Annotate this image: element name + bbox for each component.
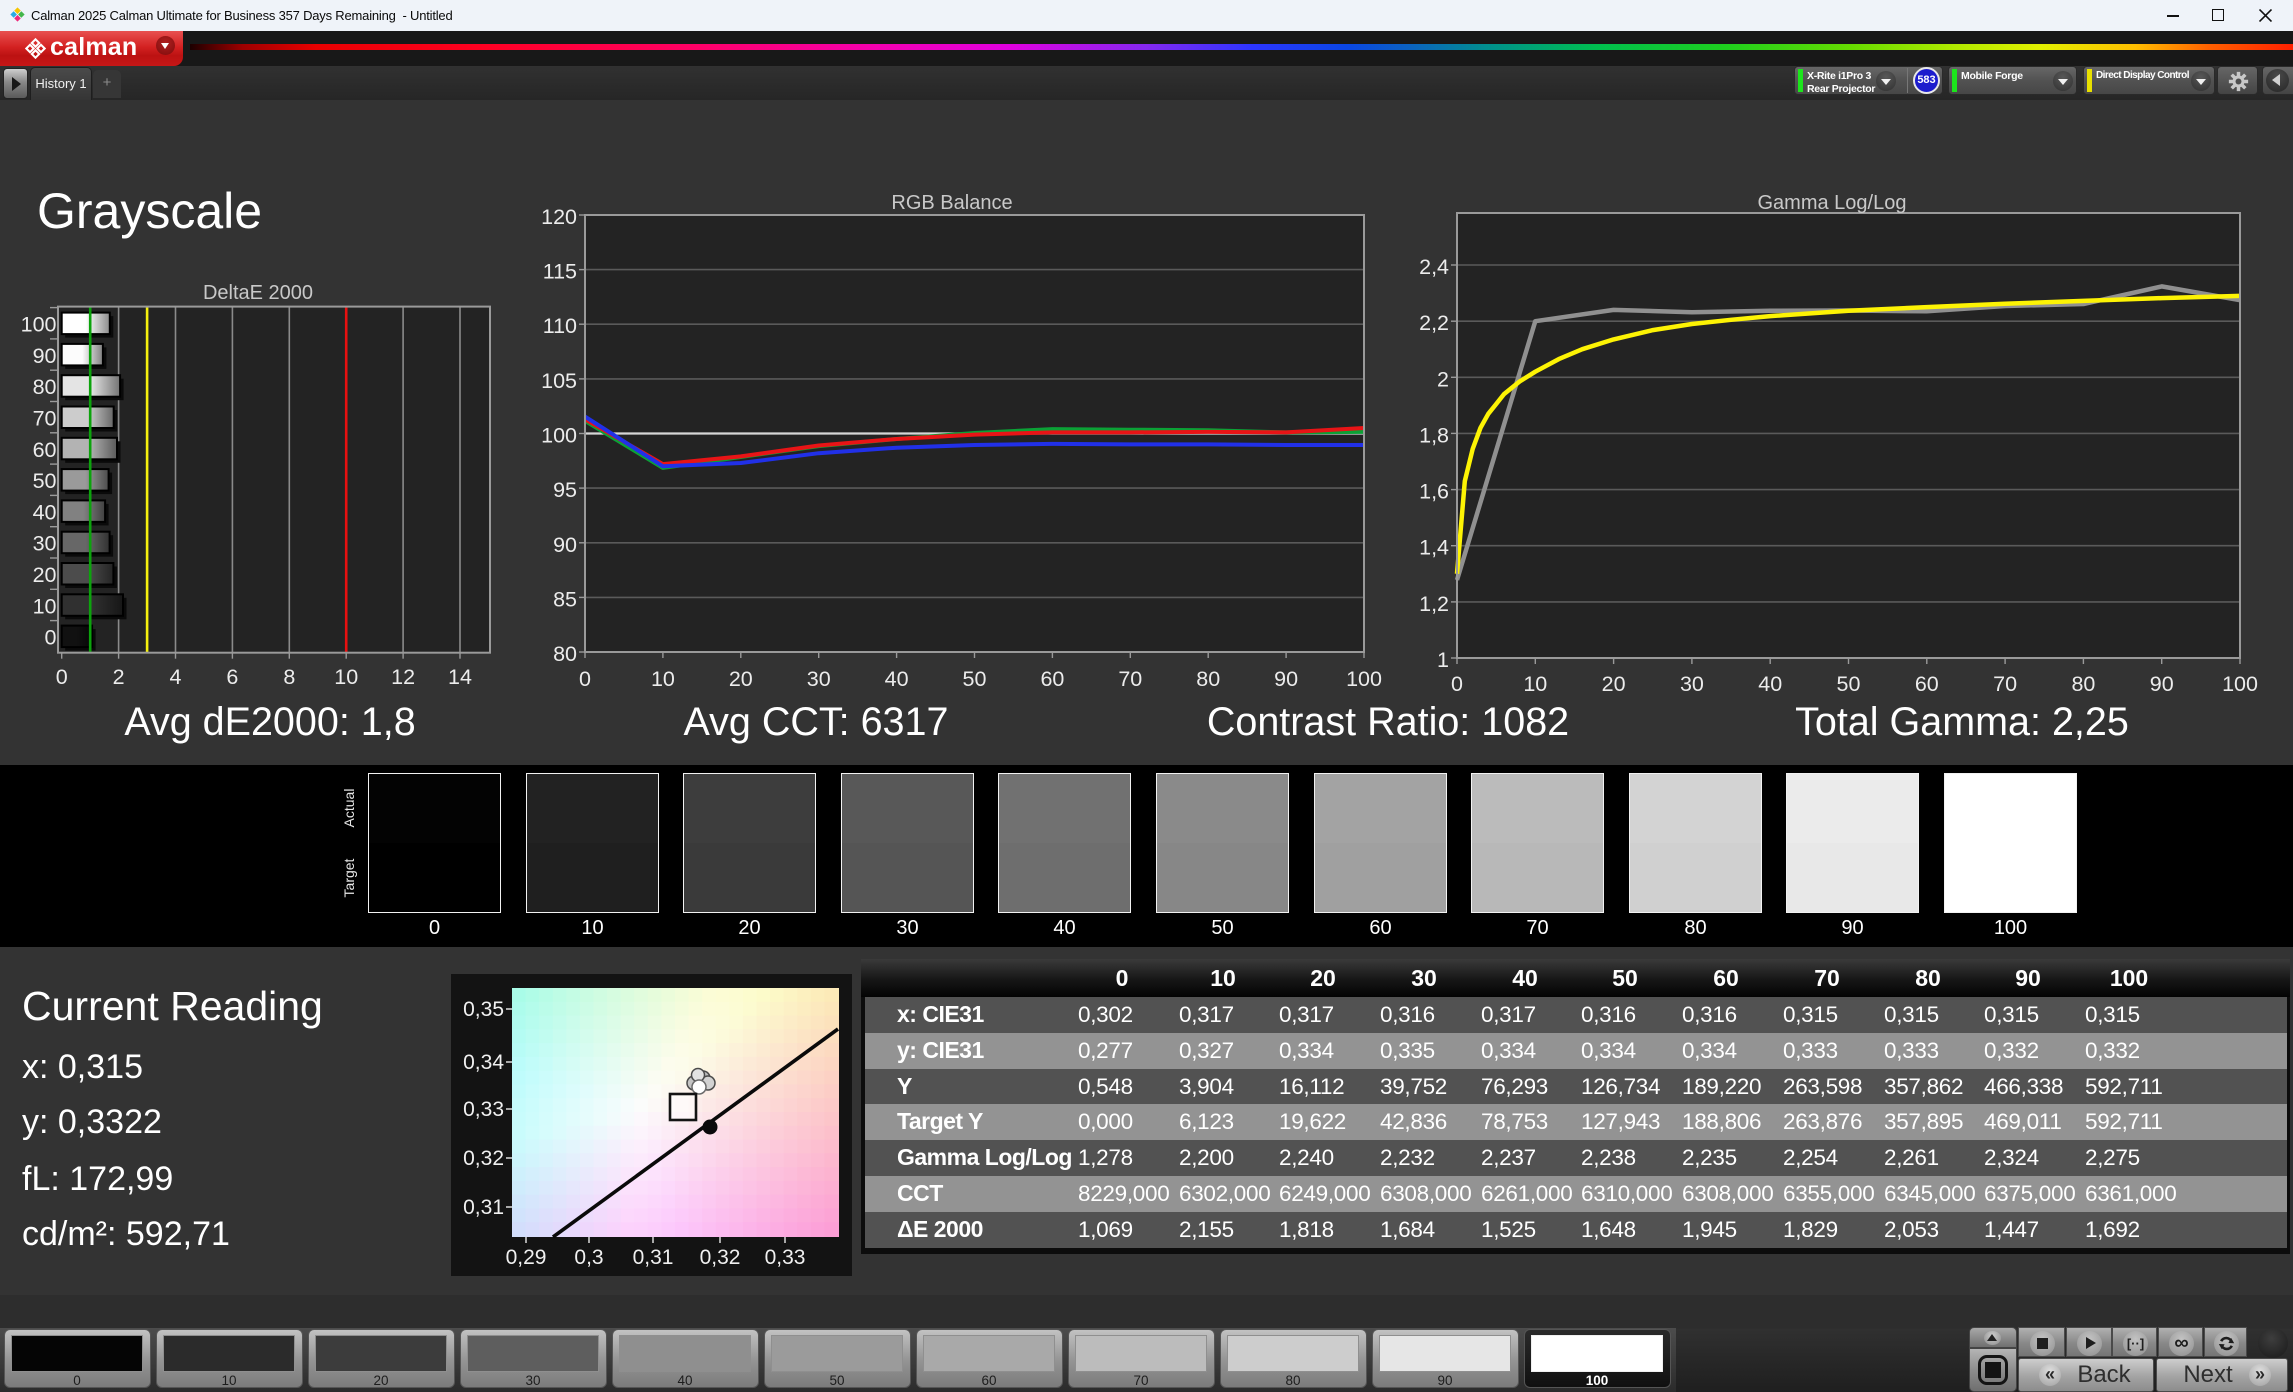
- svg-text:50: 50: [1837, 672, 1861, 696]
- svg-text:100: 100: [2222, 672, 2258, 696]
- svg-text:115: 115: [543, 260, 577, 284]
- svg-text:2,2: 2,2: [1419, 311, 1449, 335]
- svg-text:80: 80: [2071, 672, 2095, 696]
- svg-text:60: 60: [1040, 667, 1064, 691]
- svg-text:12: 12: [391, 665, 415, 689]
- svg-text:10: 10: [334, 665, 358, 689]
- svg-text:DeltaE 2000: DeltaE 2000: [203, 282, 313, 304]
- svg-text:0,29: 0,29: [506, 1246, 547, 1269]
- svg-text:50: 50: [33, 469, 57, 493]
- svg-text:1: 1: [1437, 648, 1449, 672]
- svg-text:60: 60: [33, 438, 57, 462]
- svg-text:90: 90: [33, 344, 57, 368]
- svg-text:0: 0: [45, 626, 57, 650]
- svg-text:0,33: 0,33: [765, 1246, 806, 1269]
- svg-text:Gamma Log/Log: Gamma Log/Log: [1758, 192, 1907, 214]
- svg-text:0,35: 0,35: [463, 998, 504, 1021]
- svg-text:1,8: 1,8: [1419, 423, 1449, 447]
- svg-text:30: 30: [1680, 672, 1704, 696]
- svg-text:Total Gamma: 2,25: Total Gamma: 2,25: [1795, 700, 2129, 744]
- svg-text:90: 90: [2150, 672, 2174, 696]
- svg-text:90: 90: [1274, 667, 1298, 691]
- svg-text:0,33: 0,33: [463, 1098, 504, 1121]
- svg-text:20: 20: [1602, 672, 1626, 696]
- svg-text:1,2: 1,2: [1419, 592, 1449, 616]
- svg-text:Contrast Ratio: 1082: Contrast Ratio: 1082: [1207, 700, 1569, 744]
- svg-text:0: 0: [579, 667, 591, 691]
- svg-text:80: 80: [553, 642, 577, 666]
- svg-text:RGB Balance: RGB Balance: [891, 192, 1012, 214]
- svg-text:110: 110: [543, 314, 577, 338]
- svg-text:100: 100: [21, 313, 57, 337]
- svg-text:2,4: 2,4: [1419, 255, 1449, 279]
- svg-text:2: 2: [1437, 367, 1449, 391]
- svg-text:40: 40: [33, 500, 57, 524]
- svg-text:1,6: 1,6: [1419, 480, 1449, 504]
- svg-text:2: 2: [113, 665, 125, 689]
- svg-text:70: 70: [1993, 672, 2017, 696]
- svg-text:70: 70: [1118, 667, 1142, 691]
- svg-text:0: 0: [1451, 672, 1463, 696]
- svg-text:10: 10: [33, 594, 57, 618]
- svg-text:50: 50: [963, 667, 987, 691]
- svg-text:Avg CCT: 6317: Avg CCT: 6317: [684, 700, 949, 744]
- svg-text:1,4: 1,4: [1419, 536, 1449, 560]
- svg-text:70: 70: [33, 407, 57, 431]
- svg-text:0,34: 0,34: [463, 1051, 504, 1074]
- svg-text:105: 105: [541, 369, 577, 393]
- svg-text:80: 80: [33, 375, 57, 399]
- svg-text:10: 10: [651, 667, 675, 691]
- svg-text:8: 8: [283, 665, 295, 689]
- svg-text:0,31: 0,31: [463, 1196, 504, 1219]
- svg-text:30: 30: [33, 532, 57, 556]
- svg-text:120: 120: [541, 205, 577, 229]
- svg-text:40: 40: [1758, 672, 1782, 696]
- svg-text:40: 40: [885, 667, 909, 691]
- svg-text:20: 20: [729, 667, 753, 691]
- svg-text:95: 95: [553, 478, 577, 502]
- svg-text:60: 60: [1915, 672, 1939, 696]
- svg-text:0,3: 0,3: [574, 1246, 603, 1269]
- svg-text:80: 80: [1196, 667, 1220, 691]
- svg-text:30: 30: [807, 667, 831, 691]
- svg-text:0: 0: [56, 665, 68, 689]
- svg-text:0,31: 0,31: [633, 1246, 674, 1269]
- svg-text:85: 85: [553, 587, 577, 611]
- svg-text:90: 90: [553, 533, 577, 557]
- svg-text:Avg dE2000: 1,8: Avg dE2000: 1,8: [124, 700, 415, 744]
- svg-text:6: 6: [226, 665, 238, 689]
- svg-text:0,32: 0,32: [463, 1147, 504, 1170]
- svg-text:4: 4: [170, 665, 182, 689]
- svg-text:14: 14: [448, 665, 472, 689]
- svg-text:100: 100: [1346, 667, 1382, 691]
- svg-text:100: 100: [541, 424, 577, 448]
- svg-text:0,32: 0,32: [700, 1246, 741, 1269]
- svg-text:20: 20: [33, 563, 57, 587]
- svg-text:10: 10: [1523, 672, 1547, 696]
